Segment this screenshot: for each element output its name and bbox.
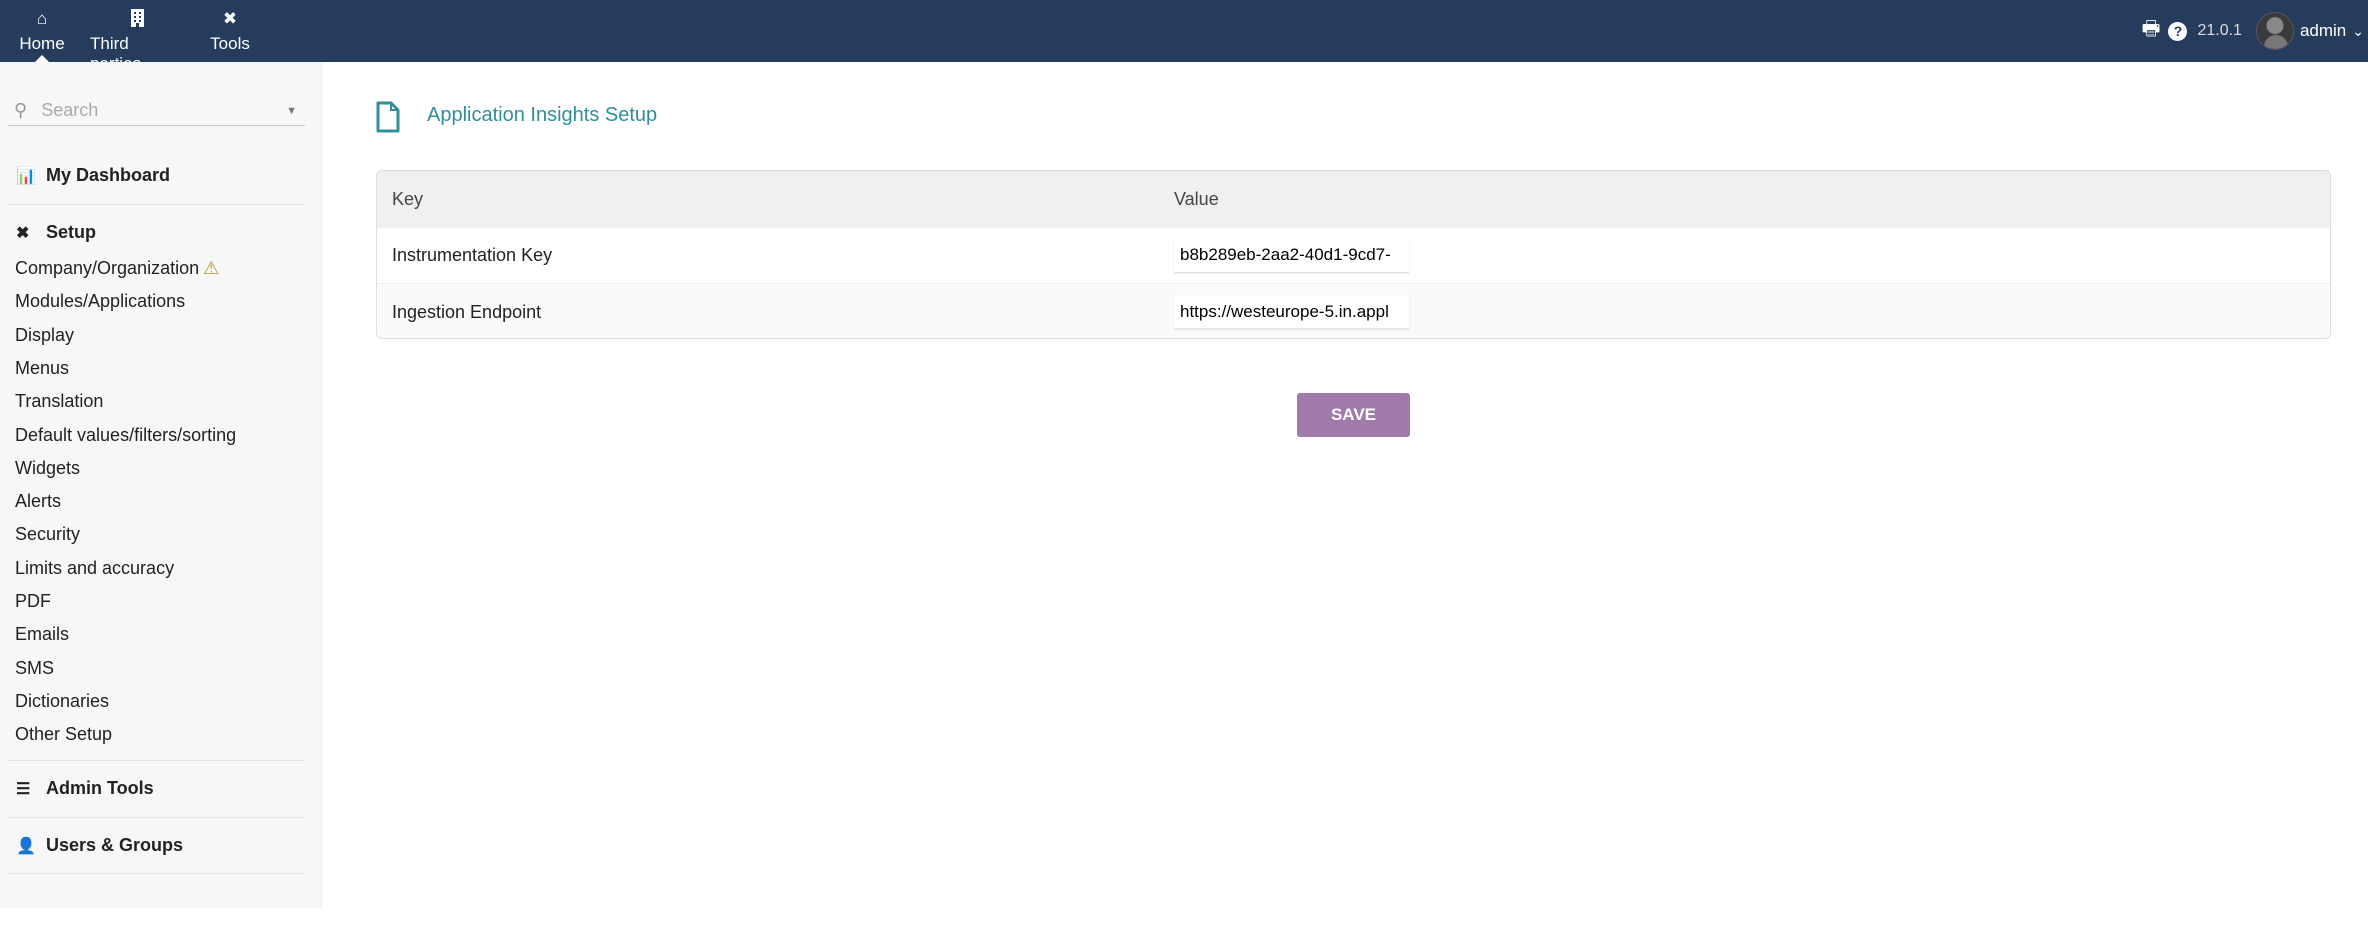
tools-icon: ✖ xyxy=(16,224,30,242)
sidebar-item-label: PDF xyxy=(15,591,51,611)
sidebar-item[interactable]: Modules/Applications xyxy=(15,285,185,318)
instrumentation-key-input[interactable] xyxy=(1174,238,1409,273)
nav-third-parties[interactable]: Third parties xyxy=(90,0,184,73)
chart-icon: 📊 xyxy=(16,167,36,185)
settings-table: Key Value Instrumentation Key Ingestion … xyxy=(376,170,2331,339)
table-header: Key Value xyxy=(377,171,2330,228)
setup-label: Setup xyxy=(46,222,97,242)
header-value: Value xyxy=(1174,189,1219,209)
row-key: Instrumentation Key xyxy=(392,245,553,265)
sidebar-item-label: SMS xyxy=(15,657,55,678)
dropdown-arrow-icon[interactable]: ▼ xyxy=(286,105,297,117)
help-icon[interactable]: ? xyxy=(2168,21,2188,41)
home-icon: ⌂ xyxy=(36,9,48,28)
sidebar-item-label: Translation xyxy=(15,391,104,412)
active-caret xyxy=(35,55,49,62)
avatar[interactable] xyxy=(2255,12,2294,50)
sidebar-users-groups[interactable]: 👤 Users & Groups xyxy=(8,817,305,874)
table-row: Ingestion Endpoint xyxy=(377,284,2330,338)
sidebar-item[interactable]: Company/Organization ⚠ xyxy=(15,252,219,285)
sidebar-item[interactable]: Dictionaries xyxy=(15,685,109,718)
building-icon xyxy=(130,9,144,29)
ingestion-endpoint-input[interactable] xyxy=(1174,295,1409,329)
header-key: Key xyxy=(392,189,424,209)
user-menu[interactable]: admin xyxy=(2300,21,2346,41)
document-icon xyxy=(376,101,400,133)
print-icon[interactable]: 🖶 xyxy=(2142,14,2161,48)
tools-icon: ✖ xyxy=(222,9,238,28)
page-title: Application Insights Setup xyxy=(427,104,658,126)
sidebar-item[interactable]: Emails xyxy=(15,618,69,651)
sidebar-item-label: Default values/filters/sorting xyxy=(15,424,237,445)
sidebar-item-label: Menus xyxy=(15,357,70,378)
nav-tools[interactable]: ✖ Tools xyxy=(208,0,252,62)
sidebar-item[interactable]: Menus xyxy=(15,352,69,385)
sidebar-item-label: Security xyxy=(15,524,81,545)
sidebar-item-label: Company/Organization xyxy=(15,258,200,278)
admin-tools-label: Admin Tools xyxy=(46,778,154,798)
sidebar-item[interactable]: Display xyxy=(15,319,74,352)
sidebar-item[interactable]: Alerts xyxy=(15,485,61,518)
nav-home[interactable]: ⌂ Home xyxy=(14,0,70,62)
sidebar-item[interactable]: PDF xyxy=(15,585,51,618)
sidebar-item-label: Other Setup xyxy=(15,724,113,745)
sidebar-admin-tools[interactable]: ☰ Admin Tools xyxy=(8,760,305,817)
sidebar-item[interactable]: Security xyxy=(15,518,80,551)
sidebar-item[interactable]: Limits and accuracy xyxy=(15,552,174,585)
row-key: Ingestion Endpoint xyxy=(392,301,542,322)
search-placeholder: Search xyxy=(41,100,99,120)
sidebar-item-label: Alerts xyxy=(15,491,62,512)
sidebar-item[interactable]: Widgets xyxy=(15,452,80,485)
sidebar-item-label: Modules/Applications xyxy=(15,291,186,312)
sidebar-my-dashboard[interactable]: 📊 My Dashboard xyxy=(8,147,305,204)
sidebar-item-label: Widgets xyxy=(15,457,81,478)
sidebar-item[interactable]: Default values/filters/sorting xyxy=(15,419,236,452)
top-bar: ⌂ Home Third parties ✖ Tools 🖶 ? 21.0.1 … xyxy=(0,0,2368,73)
table-row: Instrumentation Key xyxy=(377,228,2330,284)
save-button[interactable]: SAVE xyxy=(1297,393,1410,437)
search-input[interactable]: ⚲ Search ▼ xyxy=(8,96,305,126)
server-icon: ☰ xyxy=(16,780,31,798)
sidebar-item-label: Emails xyxy=(15,624,70,645)
sidebar-item[interactable]: Translation xyxy=(15,385,103,418)
sidebar-item-label: Display xyxy=(15,324,75,345)
warning-icon: ⚠ xyxy=(203,258,220,278)
nav-tools-label: Tools xyxy=(210,34,250,53)
chevron-down-icon[interactable]: ⌄ xyxy=(2352,23,2364,40)
top-right-area: 🖶 ? 21.0.1 admin ⌄ xyxy=(2142,0,2368,62)
sidebar: ⚲ Search ▼ 📊 My Dashboard ✖ Setup Company/… xyxy=(0,62,322,908)
user-icon: 👤 xyxy=(16,837,36,855)
my-dashboard-label: My Dashboard xyxy=(46,165,171,185)
users-groups-label: Users & Groups xyxy=(46,835,184,855)
sidebar-item-label: Limits and accuracy xyxy=(15,557,175,578)
nav-home-label: Home xyxy=(19,34,65,53)
sidebar-item[interactable]: SMS xyxy=(15,652,54,685)
version-label: 21.0.1 xyxy=(2197,22,2242,39)
sidebar-item[interactable]: Other Setup xyxy=(15,718,112,751)
divider xyxy=(8,873,305,874)
sidebar-item-label: Dictionaries xyxy=(15,690,110,711)
search-icon: ⚲ xyxy=(14,100,28,120)
